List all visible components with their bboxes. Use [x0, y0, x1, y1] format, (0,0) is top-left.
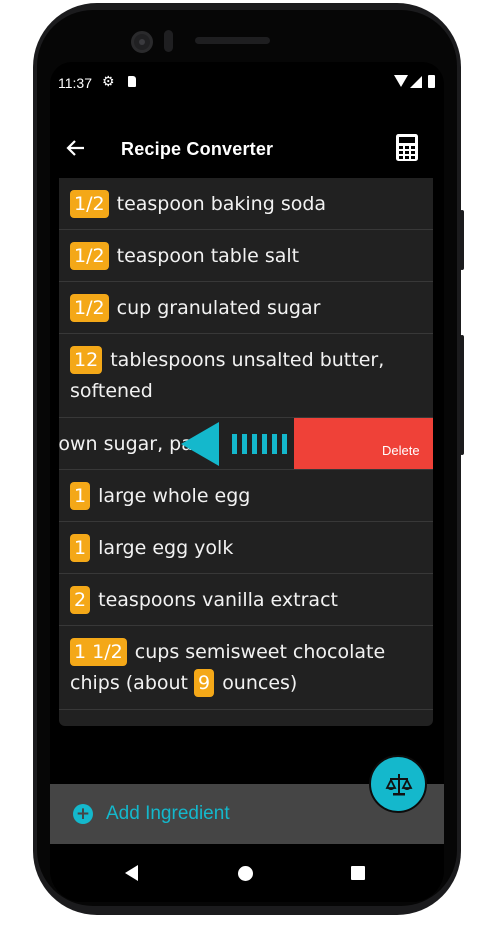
list-item[interactable]: 1 large egg yolk [59, 522, 433, 574]
quantity-badge[interactable]: 1 1/2 [70, 638, 127, 666]
list-item[interactable]: 1/2 teaspoon table salt [59, 230, 433, 282]
list-item[interactable]: 1/2 cup granulated sugar [59, 282, 433, 334]
front-camera [131, 31, 153, 53]
ingredient-text: teaspoons vanilla extract [98, 589, 338, 611]
system-nav-bar [50, 844, 444, 902]
earpiece-speaker [195, 37, 270, 44]
ingredient-text: large egg yolk [98, 537, 234, 559]
arrow-left-icon[interactable] [64, 136, 88, 160]
signal-icon [410, 76, 422, 88]
quantity-badge[interactable]: 2 [70, 586, 91, 614]
add-ingredient-label: Add Ingredient [106, 803, 230, 824]
ingredient-list: 1/2 teaspoon baking soda 1/2 teaspoon ta… [59, 178, 433, 726]
delete-label[interactable]: Delete [382, 435, 420, 466]
list-item[interactable]: 12 tablespoons unsalted butter, softened [59, 334, 433, 418]
nav-home-icon[interactable] [238, 866, 253, 881]
ingredient-text: ounces) [222, 672, 298, 694]
list-item[interactable]: 1 1/2 cups semisweet chocolate chips (ab… [59, 626, 433, 710]
scale-icon [385, 774, 413, 796]
volume-button [460, 210, 464, 270]
page-title: Recipe Converter [121, 139, 274, 159]
list-item[interactable]: 1/2 teaspoon baking soda [59, 178, 433, 230]
scale-fab-button[interactable] [369, 755, 427, 813]
ingredient-text: tablespoons unsalted butter, softened [70, 349, 385, 402]
status-bar: 11:37 ⚙ [50, 62, 444, 102]
quantity-badge[interactable]: 1 [70, 482, 91, 510]
status-time: 11:37 [58, 75, 92, 91]
quantity-badge[interactable]: 1 [70, 534, 91, 562]
battery-icon [428, 75, 435, 88]
ingredient-text: cup granulated sugar [116, 297, 321, 319]
power-button [460, 335, 464, 455]
quantity-badge[interactable]: 1/2 [70, 294, 109, 322]
ingredient-text: teaspoon table salt [116, 245, 300, 267]
calculator-icon[interactable] [396, 134, 418, 161]
quantity-badge[interactable]: 1/2 [70, 242, 109, 270]
settings-gear-icon: ⚙ [102, 73, 115, 89]
ingredient-text: teaspoon baking soda [116, 193, 327, 215]
sd-card-icon [128, 76, 136, 87]
screen: 11:37 ⚙ Recipe Converter 1/2 teaspoon ba… [50, 62, 444, 902]
quantity-badge[interactable]: 9 [194, 669, 215, 697]
proximity-sensor [164, 30, 173, 52]
nav-back-icon[interactable] [125, 865, 138, 881]
list-item[interactable]: 1 large whole egg [59, 470, 433, 522]
quantity-badge[interactable]: 1/2 [70, 190, 109, 218]
list-item[interactable]: 2 teaspoons vanilla extract [59, 574, 433, 626]
wifi-icon [394, 75, 408, 87]
ingredient-text: rown sugar, pa [59, 433, 193, 455]
app-bar: Recipe Converter [50, 124, 444, 174]
swipe-left-arrow-icon [181, 422, 287, 466]
plus-circle-icon: + [73, 804, 93, 824]
nav-recents-icon[interactable] [351, 866, 365, 880]
quantity-badge[interactable]: 12 [70, 346, 103, 374]
list-item-swiping[interactable]: rown sugar, pa Delete [59, 418, 433, 470]
ingredient-text: large whole egg [98, 485, 251, 507]
